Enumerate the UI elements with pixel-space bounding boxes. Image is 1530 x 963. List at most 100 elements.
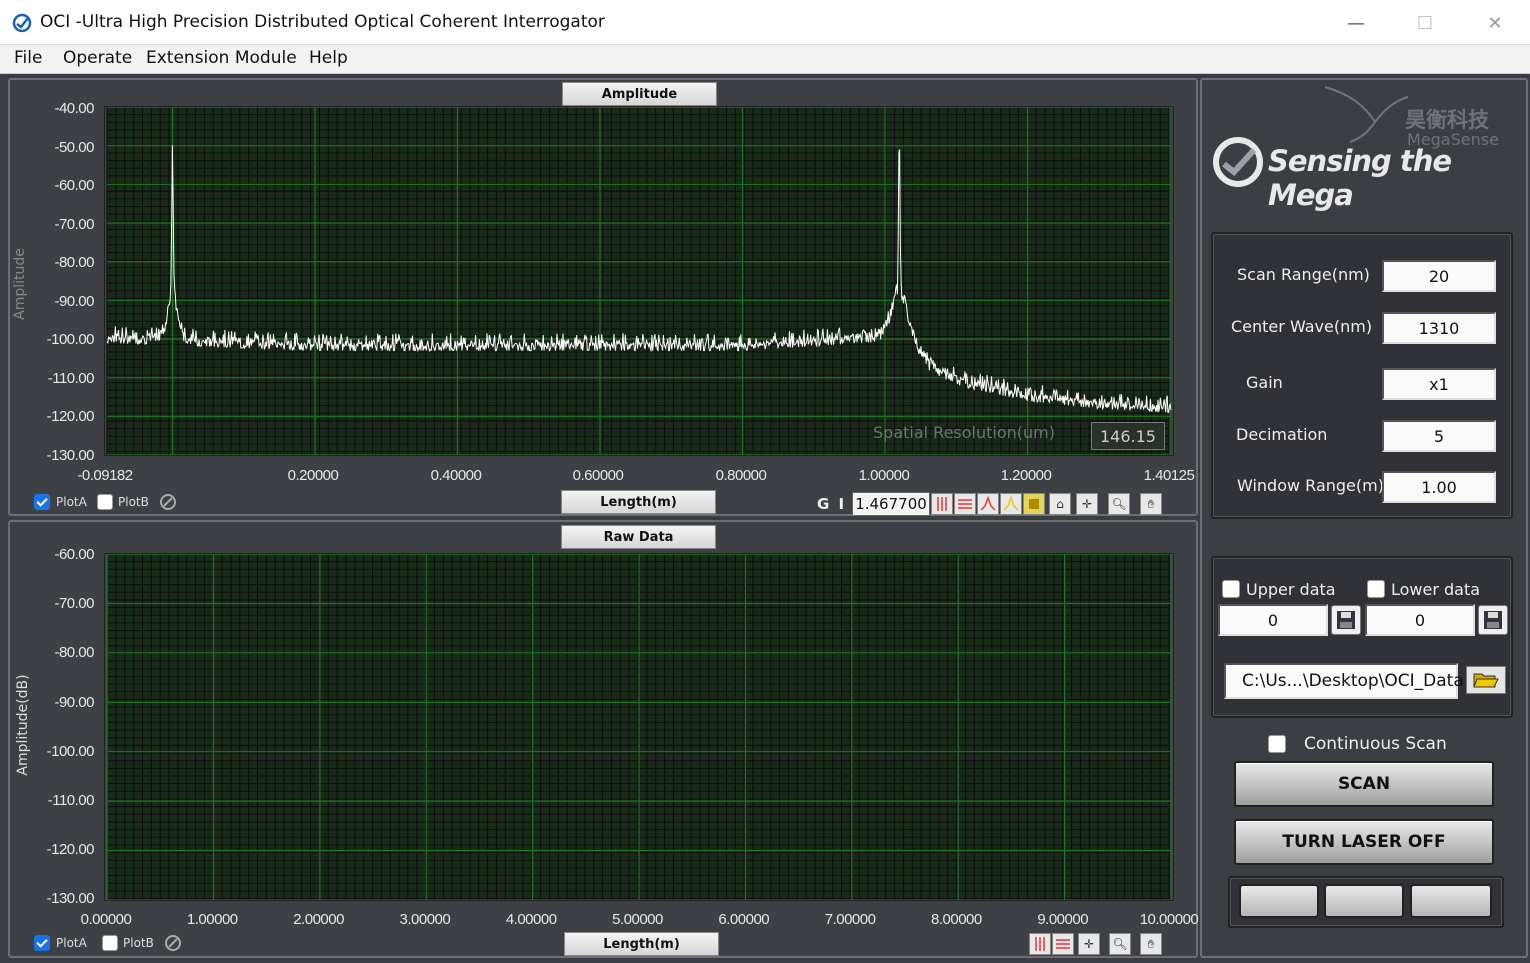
param-label: Center Wave(nm) — [1231, 317, 1373, 336]
amplitude-x-label: Length(m) — [561, 490, 716, 514]
upper-data-field[interactable]: 0 — [1218, 604, 1328, 636]
maximize-button[interactable]: ☐ — [1403, 8, 1447, 38]
title-bar: OCI -Ultra High Precision Distributed Op… — [0, 0, 1530, 45]
menu-bar: File Operate Extension Module Help — [0, 45, 1530, 74]
amp-ytick-label: -110.00 — [47, 369, 95, 387]
slogan: Sensing the Mega — [1268, 144, 1452, 212]
pan-hand-icon[interactable]: ✋︎ — [1140, 493, 1162, 515]
amp-ytick-label: -50.00 — [54, 138, 94, 156]
cursor-horizontal-icon[interactable] — [954, 493, 976, 515]
amplitude-tab: Amplitude — [562, 82, 717, 106]
amp-ytick-label: -90.00 — [54, 292, 94, 310]
param-value-field[interactable]: x1 — [1382, 368, 1496, 400]
upper-data-label: Upper data — [1246, 580, 1336, 599]
open-folder-icon[interactable] — [1466, 666, 1506, 694]
raw-cursor-vertical-icon[interactable] — [1029, 933, 1051, 955]
raw-x-tick-label: 9.00000 — [1037, 911, 1089, 928]
lower-data-field[interactable]: 0 — [1365, 604, 1475, 636]
raw-x-label: Length(m) — [564, 932, 719, 956]
menu-help[interactable]: Help — [309, 48, 348, 68]
raw-ytick-label: -100.00 — [46, 742, 95, 760]
raw-ytick-label: -110.00 — [47, 792, 95, 809]
gi-value-field[interactable]: 1.467700 — [852, 492, 930, 516]
amp-x-tick-label: 1.00000 — [858, 467, 910, 484]
raw-plot-legend-icon[interactable] — [163, 933, 183, 953]
raw-crosshair-icon[interactable]: ✛ — [1078, 933, 1100, 955]
amp-plota-checkbox[interactable] — [34, 494, 50, 510]
param-label: Window Range(m) — [1237, 476, 1384, 495]
raw-ytick-label: -130.00 — [46, 890, 95, 908]
param-value-field[interactable]: 20 — [1382, 260, 1496, 292]
scan-button[interactable]: SCAN — [1234, 761, 1494, 807]
raw-y-label: Amplitude(dB) — [15, 674, 31, 776]
peak-marker-alt-icon[interactable] — [1000, 493, 1022, 515]
amp-plotb-checkbox[interactable] — [97, 494, 113, 510]
amp-plotb-label: PlotB — [118, 495, 149, 509]
raw-data-tab: Raw Data — [561, 525, 716, 549]
zoom-icon[interactable]: 🔍︎ — [1108, 493, 1130, 515]
param-label: Scan Range(nm) — [1237, 265, 1370, 284]
amp-ytick-label: -40.00 — [54, 100, 94, 117]
crosshair-icon[interactable]: ✛ — [1076, 493, 1098, 515]
plot-legend-icon[interactable] — [158, 492, 178, 512]
raw-x-tick-label: 0.00000 — [80, 911, 132, 928]
cursor-vertical-icon[interactable] — [931, 493, 953, 515]
raw-plota-label: PlotA — [56, 936, 87, 950]
amplitude-plot-area[interactable] — [104, 106, 1174, 456]
menu-operate[interactable]: Operate — [63, 48, 132, 68]
save-lower-icon[interactable] — [1478, 605, 1508, 635]
raw-x-tick-label: 7.00000 — [824, 911, 876, 928]
raw-pan-hand-icon[interactable]: ✋︎ — [1140, 933, 1162, 955]
lower-data-label: Lower data — [1391, 580, 1481, 599]
data-path-field[interactable]: C:\Us...\Desktop\OCI_Data — [1224, 663, 1464, 699]
upper-data-checkbox[interactable] — [1222, 580, 1240, 598]
extra-button-2[interactable] — [1324, 884, 1404, 918]
spatial-resolution-value: 146.15 — [1091, 422, 1165, 450]
save-upper-icon[interactable] — [1331, 605, 1361, 635]
turn-laser-off-button[interactable]: TURN LASER OFF — [1234, 819, 1494, 865]
raw-plotb-checkbox[interactable] — [102, 935, 118, 951]
lower-data-checkbox[interactable] — [1367, 580, 1385, 598]
close-button[interactable]: ✕ — [1473, 8, 1517, 38]
raw-ytick-label: -80.00 — [54, 644, 94, 662]
continuous-scan-checkbox[interactable] — [1268, 735, 1286, 753]
amp-x-tick-label: 0.20000 — [287, 467, 339, 484]
raw-plota-checkbox[interactable] — [34, 935, 50, 951]
sensing-logo-icon — [1213, 137, 1263, 187]
amp-x-tick-label: 1.20000 — [1000, 467, 1052, 484]
raw-ytick-label: -90.00 — [54, 693, 94, 711]
amp-ytick-label: -100.00 — [46, 331, 95, 348]
param-value-field[interactable]: 1.00 — [1382, 471, 1496, 503]
raw-plotb-label: PlotB — [123, 936, 154, 950]
amp-ytick-label: -70.00 — [54, 215, 94, 233]
amp-x-tick-label: 0.40000 — [430, 467, 482, 484]
raw-x-tick-label: 6.00000 — [718, 911, 770, 928]
continuous-scan-label: Continuous Scan — [1304, 734, 1447, 754]
param-value-field[interactable]: 5 — [1382, 420, 1496, 452]
param-value-field[interactable]: 1310 — [1382, 312, 1496, 344]
amp-x-tick-label: 0.80000 — [715, 467, 767, 484]
raw-x-tick-label: 8.00000 — [931, 911, 982, 928]
minimize-button[interactable]: — — [1334, 8, 1378, 38]
app-icon — [12, 13, 32, 33]
extra-button-3[interactable] — [1410, 884, 1492, 918]
menu-extension-module[interactable]: Extension Module — [146, 48, 297, 68]
amplitude-y-label: Amplitude — [12, 248, 28, 320]
raw-x-tick-label: 2.00000 — [293, 911, 344, 928]
amp-ytick-label: -130.00 — [46, 446, 95, 464]
window-title: OCI -Ultra High Precision Distributed Op… — [40, 12, 605, 32]
spatial-resolution-label: Spatial Resolution(um) — [873, 423, 1055, 442]
param-label: Decimation — [1236, 425, 1328, 444]
raw-plot-area[interactable] — [104, 553, 1174, 901]
menu-file[interactable]: File — [14, 48, 42, 68]
raw-cursor-horizontal-icon[interactable] — [1052, 933, 1074, 955]
amp-x-tick-label: -0.09182 — [77, 467, 133, 484]
amp-ytick-label: -120.00 — [46, 408, 95, 425]
raw-zoom-icon[interactable]: 🔍︎ — [1109, 933, 1131, 955]
gi-label: G I — [817, 495, 847, 513]
home-icon[interactable]: ⌂ — [1049, 493, 1071, 515]
peak-marker-icon[interactable] — [977, 493, 999, 515]
highlight-icon[interactable] — [1023, 493, 1045, 515]
extra-button-1[interactable] — [1239, 884, 1319, 918]
amp-ytick-label: -60.00 — [54, 177, 94, 194]
